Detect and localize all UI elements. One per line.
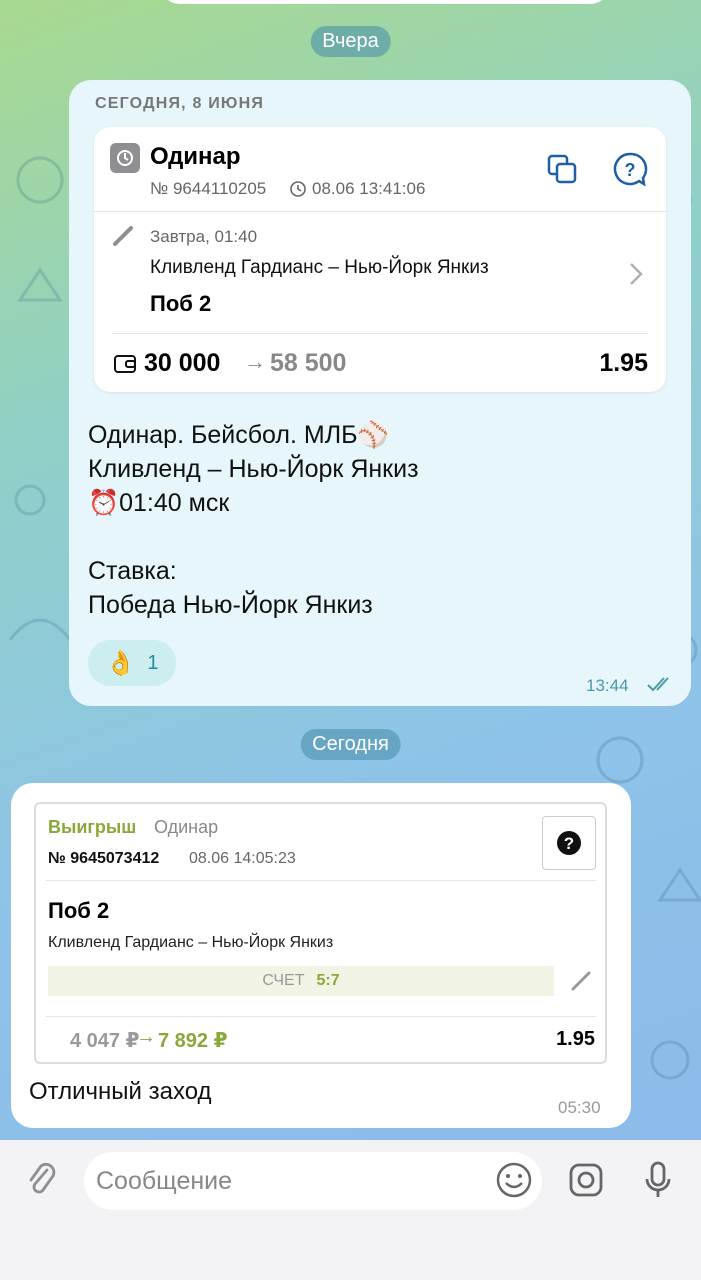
previous-message-edge xyxy=(160,0,610,4)
reaction-chip[interactable]: 👌 1 xyxy=(88,640,176,686)
payout-amount: 58 500 xyxy=(270,349,347,377)
win-bet-number: № 9645073412 xyxy=(48,850,160,867)
win-bet-datetime: 08.06 14:05:23 xyxy=(189,850,296,867)
read-checkmarks-icon xyxy=(646,674,674,694)
ok-hand-emoji: 👌 xyxy=(105,649,136,677)
win-arrow-icon: → xyxy=(136,1026,156,1048)
win-payout: 7 892 ₽ xyxy=(158,1030,228,1052)
copy-icon[interactable] xyxy=(542,149,582,189)
svg-text:?: ? xyxy=(564,834,574,853)
message-time-2: 05:30 xyxy=(558,1098,601,1117)
microphone-icon[interactable] xyxy=(636,1158,680,1202)
event-time: Завтра, 01:40 xyxy=(150,227,258,246)
odds-value: 1.95 xyxy=(599,349,648,377)
win-bet-type: Одинар xyxy=(154,817,219,837)
message-line: Ставка: xyxy=(88,557,177,585)
message-text-1: Одинар. Бейсбол. МЛБ⚾️ Кливленд – Нью-Йо… xyxy=(88,418,419,622)
win-divider-2 xyxy=(46,1016,596,1017)
date-separator-today: Сегодня xyxy=(300,729,401,760)
time-icon xyxy=(288,179,308,199)
win-match: Кливленд Гардианс – Нью-Йорк Янкиз xyxy=(48,934,334,951)
win-divider xyxy=(46,880,596,881)
card-date-label: СЕГОДНЯ, 8 ИЮНЯ xyxy=(95,95,265,112)
bet-card-1[interactable]: Одинар № 9644110205 08.06 13:41:06 ? Зав… xyxy=(94,127,666,392)
baseball-bat-icon xyxy=(110,223,136,249)
help-icon[interactable]: ? xyxy=(610,149,650,189)
match-name: Кливленд Гардианс – Нью-Йорк Янкиз xyxy=(150,257,489,278)
svg-text:?: ? xyxy=(625,160,636,180)
bet-type-title: Одинар xyxy=(150,143,241,170)
attach-icon[interactable] xyxy=(20,1158,64,1202)
win-pick: Поб 2 xyxy=(48,898,110,923)
wallet-icon xyxy=(112,351,138,377)
win-odds: 1.95 xyxy=(556,1028,595,1050)
message-line: Победа Нью-Йорк Янкиз xyxy=(88,591,373,619)
score-label: СЧЕТ xyxy=(262,972,305,989)
clock-badge-icon xyxy=(110,143,140,173)
message-caption-2: Отличный заход xyxy=(29,1078,212,1105)
pick-label: Поб 2 xyxy=(150,291,212,316)
message-line xyxy=(88,520,419,554)
arrow-right-icon: → xyxy=(244,349,266,374)
bet-datetime: 08.06 13:41:06 xyxy=(312,179,426,198)
message-line: ⏰01:40 мск xyxy=(88,489,230,517)
win-screenshot[interactable]: Выигрыш Одинар № 9645073412 08.06 14:05:… xyxy=(34,802,607,1064)
reaction-count: 1 xyxy=(147,651,159,674)
bet-number: № 9644110205 xyxy=(150,179,267,198)
message-input-placeholder: Сообщение xyxy=(96,1166,233,1195)
bat-icon xyxy=(566,966,596,996)
card-divider-2 xyxy=(112,333,648,334)
message-time-1: 13:44 xyxy=(586,676,629,695)
card-divider xyxy=(94,211,666,212)
stake-amount: 30 000 xyxy=(144,349,221,377)
message-line: Одинар. Бейсбол. МЛБ⚾️ xyxy=(88,421,389,449)
question-button-icon[interactable]: ? xyxy=(542,816,596,870)
message-line: Кливленд – Нью-Йорк Янкиз xyxy=(88,455,419,483)
camera-icon[interactable] xyxy=(564,1158,608,1202)
date-separator-yesterday: Вчера xyxy=(310,26,391,57)
win-stake: 4 047 ₽ xyxy=(70,1030,140,1052)
chevron-right-icon[interactable] xyxy=(624,259,648,289)
score-value: 5:7 xyxy=(316,972,340,989)
emoji-icon[interactable] xyxy=(492,1158,536,1202)
score-bar: СЧЕТ 5:7 xyxy=(48,966,554,996)
win-status: Выигрыш xyxy=(48,817,137,837)
message-input[interactable]: Сообщение xyxy=(84,1152,542,1210)
